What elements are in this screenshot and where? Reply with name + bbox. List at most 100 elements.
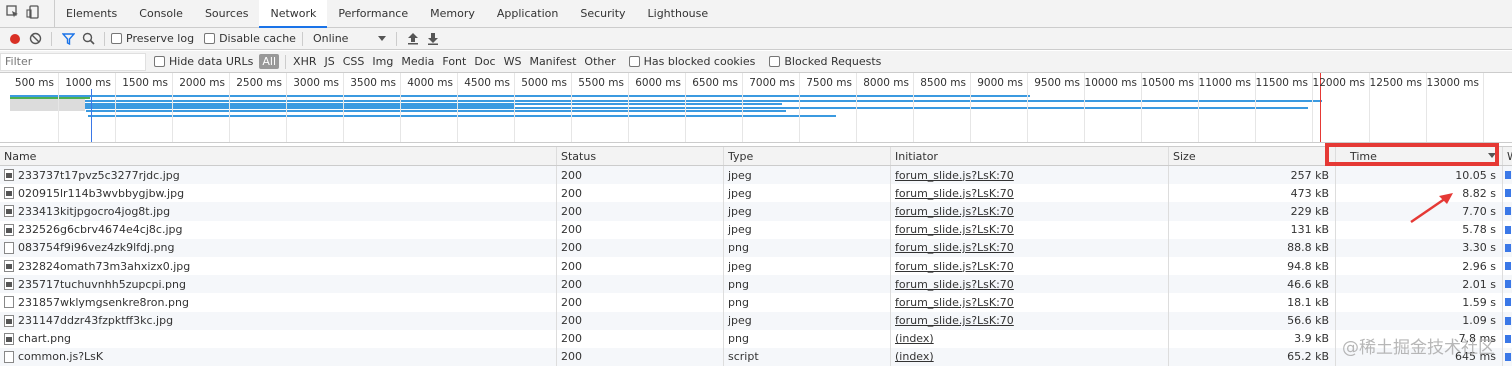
initiator-link[interactable]: forum_slide.js?LsK:70 [895,296,1014,309]
preserve-log-checkbox[interactable]: Preserve log [111,32,194,45]
record-button[interactable] [5,30,25,48]
filter-type-media[interactable]: Media [398,55,437,68]
table-row[interactable]: 233413kitjpgocro4jog8t.jpg 200 jpeg forum_s… [0,202,1512,221]
cell-name[interactable]: 233737t17pvz5c3277rjdc.jpg [0,166,557,185]
cell-name[interactable]: chart.png [0,329,557,348]
table-row[interactable]: 231857wklymgsenkre8ron.png 200 png forum_sl… [0,293,1512,312]
column-header-time[interactable]: Time [1336,147,1503,165]
sort-descending-icon [1488,153,1496,158]
overview-timeline[interactable]: 500 ms 1000 ms 1500 ms 2000 ms 2500 ms 3000 m… [0,73,1512,143]
divider [51,31,52,46]
column-header-type[interactable]: Type [724,147,891,165]
cell-name[interactable]: 233413kitjpgocro4jog8t.jpg [0,202,557,221]
initiator-link[interactable]: (index) [895,332,934,345]
initiator-link[interactable]: forum_slide.js?LsK:70 [895,241,1014,254]
initiator-link[interactable]: forum_slide.js?LsK:70 [895,223,1014,236]
overview-bar [10,99,85,111]
tab-performance[interactable]: Performance [327,0,419,27]
divider [301,31,303,46]
import-har-icon[interactable] [403,30,423,48]
checkbox-box[interactable] [204,33,216,44]
filter-type-ws[interactable]: WS [501,55,525,68]
checkbox-box[interactable] [154,56,165,67]
cell-name[interactable]: 083754f9i96vez4zk9lfdj.png [0,238,557,257]
cell-name[interactable]: 231857wklymgsenkre8ron.png [0,293,557,312]
table-row[interactable]: 020915lr114b3wvbbygjbw.jpg 200 jpeg forum_s… [0,184,1512,203]
tab-application[interactable]: Application [486,0,569,27]
cell-name[interactable]: 232824omath73m3ahxizx0.jpg [0,256,557,276]
overview-tick [514,73,515,142]
filter-type-other[interactable]: Other [581,55,618,68]
initiator-link[interactable]: forum_slide.js?LsK:70 [895,205,1014,218]
table-row[interactable]: 232526g6cbrv4674e4cj8c.jpg 200 jpeg forum_s… [0,220,1512,239]
initiator-link[interactable]: forum_slide.js?LsK:70 [895,278,1014,291]
tab-console[interactable]: Console [128,0,194,27]
cell-name[interactable]: 231147ddzr43fzpktff3kc.jpg [0,311,557,330]
clear-icon[interactable] [25,30,45,48]
file-type-icon [4,169,14,182]
table-row[interactable]: 233737t17pvz5c3277rjdc.jpg 200 jpeg forum_s… [0,166,1512,185]
initiator-link[interactable]: forum_slide.js?LsK:70 [895,314,1014,327]
device-toolbar-icon[interactable] [26,5,40,22]
inspect-element-icon[interactable] [6,5,20,22]
filter-icon[interactable] [58,30,78,48]
file-type-icon [4,223,14,236]
disable-cache-checkbox[interactable]: Disable cache [204,32,296,45]
filter-input[interactable] [0,52,146,71]
filter-type-doc[interactable]: Doc [471,55,498,68]
column-header-status[interactable]: Status [557,147,724,165]
search-icon[interactable] [78,30,98,48]
checkbox-box[interactable] [769,56,781,67]
cell-name[interactable]: 235717tuchuvnhh5zupcpi.png [0,275,557,294]
filter-type-all[interactable]: All [259,54,280,69]
throttling-select[interactable]: Online [309,32,390,45]
cell-type: jpeg [724,311,891,330]
cell-time: 1.09 s [1336,311,1503,330]
filter-type-js[interactable]: JS [322,55,338,68]
column-header-size[interactable]: Size [1169,147,1336,165]
cell-name[interactable]: 232526g6cbrv4674e4cj8c.jpg [0,220,557,239]
filter-type-css[interactable]: CSS [340,55,368,68]
cell-name[interactable]: common.js?LsK [0,347,557,367]
requests-table: Name Status Type Initiator Size Time W 2… [0,146,1512,367]
table-row[interactable]: 232824omath73m3ahxizx0.jpg 200 jpeg forum_s… [0,256,1512,276]
tab-security[interactable]: Security [569,0,636,27]
table-row[interactable]: common.js?LsK 200 script (index) 65.2 kB 645 … [0,347,1512,367]
tab-lighthouse[interactable]: Lighthouse [637,0,720,27]
table-row[interactable]: 083754f9i96vez4zk9lfdj.png 200 png forum_sl… [0,238,1512,257]
filter-type-img[interactable]: Img [369,55,396,68]
cell-type: jpeg [724,220,891,239]
filter-type-font[interactable]: Font [439,55,469,68]
blocked-requests-checkbox[interactable]: Blocked Requests [769,55,881,68]
filter-type-xhr[interactable]: XHR [290,55,319,68]
request-name: 235717tuchuvnhh5zupcpi.png [18,277,186,291]
hide-data-urls-checkbox[interactable]: Hide data URLs [154,55,253,68]
filter-type-manifest[interactable]: Manifest [526,55,579,68]
checkbox-box[interactable] [628,56,640,67]
table-row[interactable]: chart.png 200 png (index) 3.9 kB 7.8 ms [0,329,1512,348]
cell-size: 257 kB [1169,166,1336,185]
cell-waterfall [1503,184,1512,202]
column-header-waterfall[interactable]: W [1503,147,1512,165]
initiator-link[interactable]: forum_slide.js?LsK:70 [895,169,1014,182]
tab-sources[interactable]: Sources [194,0,260,27]
table-row[interactable]: 235717tuchuvnhh5zupcpi.png 200 png forum_sl… [0,275,1512,294]
initiator-link[interactable]: forum_slide.js?LsK:70 [895,187,1014,200]
checkbox-box[interactable] [111,33,122,44]
overview-tick [1483,73,1484,142]
column-header-initiator[interactable]: Initiator [891,147,1169,165]
table-row[interactable]: 231147ddzr43fzpktff3kc.jpg 200 jpeg forum_s… [0,311,1512,330]
cell-size: 46.6 kB [1169,275,1336,294]
request-name: 233737t17pvz5c3277rjdc.jpg [18,168,180,182]
divider [104,31,105,46]
request-name: 083754f9i96vez4zk9lfdj.png [18,241,175,255]
initiator-link[interactable]: forum_slide.js?LsK:70 [895,260,1014,273]
tab-network[interactable]: Network [259,0,328,28]
tab-elements[interactable]: Elements [55,0,128,27]
initiator-link[interactable]: (index) [895,350,934,363]
has-blocked-cookies-checkbox[interactable]: Has blocked cookies [628,55,755,68]
cell-name[interactable]: 020915lr114b3wvbbygjbw.jpg [0,184,557,203]
tab-memory[interactable]: Memory [419,0,486,27]
column-header-name[interactable]: Name [0,147,557,165]
export-har-icon[interactable] [423,30,443,48]
